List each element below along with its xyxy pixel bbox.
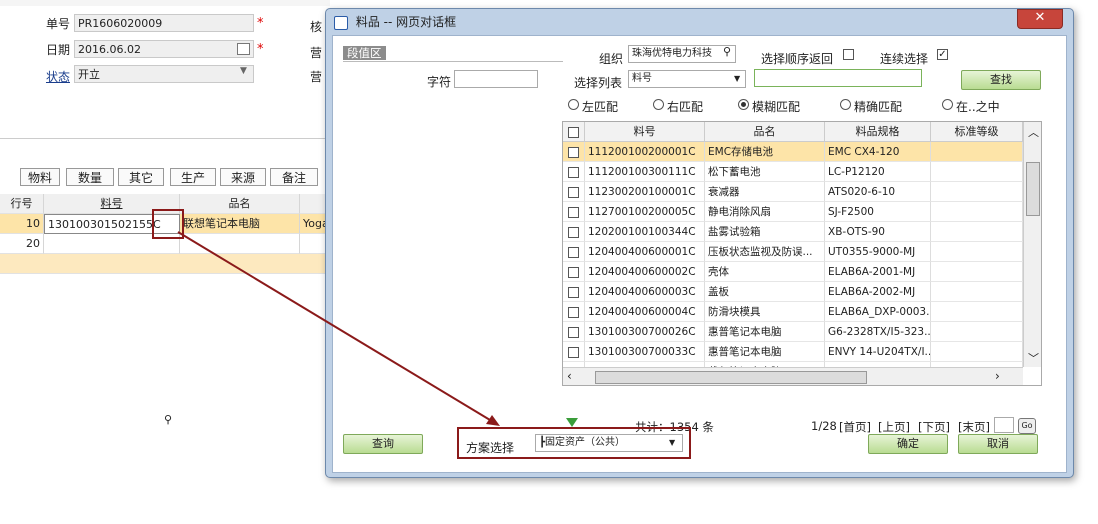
- annotation-arrow: [177, 231, 500, 426]
